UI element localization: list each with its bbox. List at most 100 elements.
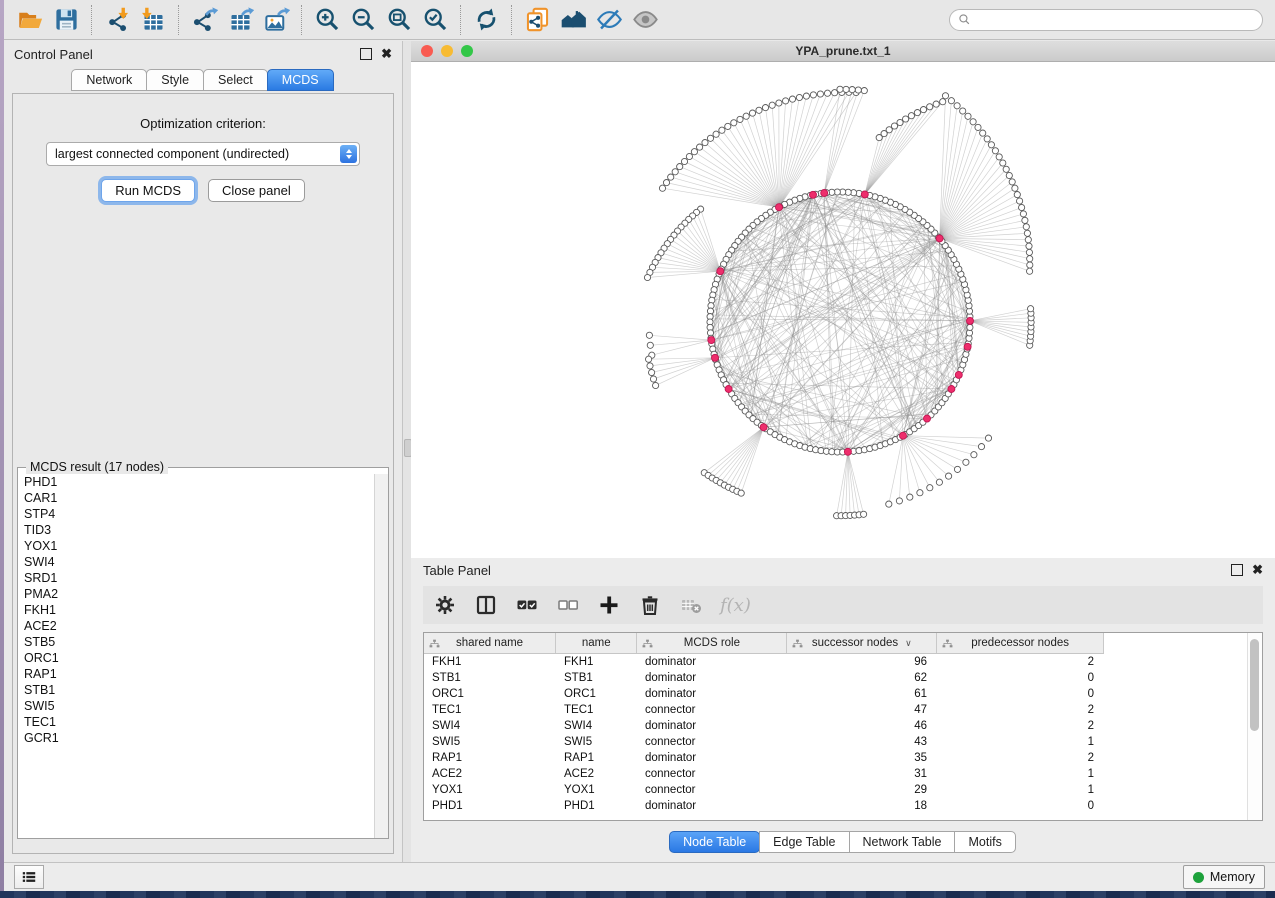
homes-icon: [560, 6, 587, 33]
column-header-name[interactable]: name: [556, 633, 637, 653]
control-panel-title: Control Panel: [14, 47, 93, 62]
zoom-out-button[interactable]: [346, 3, 380, 37]
close-panel-icon[interactable]: ✖: [381, 49, 392, 59]
search-box[interactable]: [949, 9, 1263, 31]
tab-node-table[interactable]: Node Table: [669, 831, 760, 853]
zoom-in-button[interactable]: [310, 3, 344, 37]
mcds-result-item[interactable]: STP4: [18, 506, 375, 522]
table-scrollbar[interactable]: [1247, 633, 1262, 820]
cell-shared-name: ORC1: [424, 688, 556, 700]
export-table-button[interactable]: [223, 3, 257, 37]
close-panel-button[interactable]: Close panel: [208, 179, 305, 202]
mcds-result-item[interactable]: PMA2: [18, 586, 375, 602]
panel-splitter[interactable]: [403, 41, 411, 862]
memory-button[interactable]: Memory: [1183, 865, 1265, 889]
zoom_out-icon: [350, 6, 377, 33]
tab-style[interactable]: Style: [146, 69, 204, 91]
mcds-result-item[interactable]: CAR1: [18, 490, 375, 506]
table-row[interactable]: PHD1PHD1dominator180: [424, 798, 1262, 814]
cell-name: SWI5: [556, 736, 637, 748]
close-table-icon[interactable]: ✖: [1252, 565, 1263, 575]
network-area: YPA_prune.txt_1 Table Panel ✖ f(x) share…: [411, 41, 1275, 862]
mcds-result-item[interactable]: SWI5: [18, 698, 375, 714]
open-session-button[interactable]: [13, 3, 47, 37]
mcds-result-item[interactable]: PHD1: [18, 474, 375, 490]
tab-network[interactable]: Network: [71, 69, 147, 91]
column-header-shared-name[interactable]: shared name: [424, 633, 556, 653]
table-row[interactable]: ORC1ORC1dominator610: [424, 686, 1262, 702]
optimization-criterion-label: Optimization criterion:: [13, 116, 393, 131]
create-column-button[interactable]: [597, 593, 621, 617]
table-row[interactable]: TEC1TEC1connector472: [424, 702, 1262, 718]
table-row[interactable]: RAP1RAP1dominator352: [424, 750, 1262, 766]
network-canvas[interactable]: [411, 62, 1275, 559]
first-neighbors-button[interactable]: [556, 3, 590, 37]
export-network-button[interactable]: [187, 3, 221, 37]
mcds-result-item[interactable]: FKH1: [18, 602, 375, 618]
mcds-result-item[interactable]: ORC1: [18, 650, 375, 666]
mcds-result-item[interactable]: STB1: [18, 682, 375, 698]
export_image-icon: [263, 6, 290, 33]
list-icon: [21, 869, 37, 885]
column-header-MCDS-role[interactable]: MCDS role: [637, 633, 787, 653]
mcds-result-item[interactable]: SWI4: [18, 554, 375, 570]
toolbar-separator: [301, 5, 302, 35]
table-row[interactable]: STB1STB1dominator620: [424, 670, 1262, 686]
column-header-successor-nodes[interactable]: successor nodes∨: [787, 633, 937, 653]
tab-mcds[interactable]: MCDS: [267, 69, 334, 91]
column-header-predecessor-nodes[interactable]: predecessor nodes: [937, 633, 1104, 653]
mcds-result-item[interactable]: TID3: [18, 522, 375, 538]
deselect-all-rows-button[interactable]: [556, 593, 580, 617]
table-scrollbar-thumb[interactable]: [1250, 639, 1259, 731]
delete-column-button[interactable]: [638, 593, 662, 617]
table-row[interactable]: FKH1FKH1dominator962: [424, 654, 1262, 670]
cell-MCDS-role: dominator: [637, 672, 787, 684]
table-row[interactable]: YOX1YOX1connector291: [424, 782, 1262, 798]
mcds-result-list[interactable]: PHD1CAR1STP4TID3YOX1SWI4SRD1PMA2FKH1ACE2…: [18, 474, 375, 838]
toolbar-separator: [460, 5, 461, 35]
select-all-rows-button[interactable]: [515, 593, 539, 617]
table-row[interactable]: ACE2ACE2connector311: [424, 766, 1262, 782]
zoom-selected-button[interactable]: [418, 3, 452, 37]
table-row[interactable]: SWI4SWI4dominator462: [424, 718, 1262, 734]
show-columns-button[interactable]: [474, 593, 498, 617]
mcds-result-item[interactable]: TEC1: [18, 714, 375, 730]
mcds-panel: Optimization criterion: largest connecte…: [12, 93, 394, 854]
float-panel-icon[interactable]: [360, 48, 372, 60]
criterion-select[interactable]: largest connected component (undirected): [46, 142, 360, 166]
hide-selected-button[interactable]: [592, 3, 626, 37]
cell-name: FKH1: [556, 656, 637, 668]
zoom-fit-button[interactable]: [382, 3, 416, 37]
mcds-result-item[interactable]: GCR1: [18, 730, 375, 746]
save-session-button[interactable]: [49, 3, 83, 37]
float-table-icon[interactable]: [1231, 564, 1243, 576]
run-mcds-button[interactable]: Run MCDS: [101, 179, 195, 202]
show-panels-button[interactable]: [14, 865, 44, 889]
mcds-result-item[interactable]: SRD1: [18, 570, 375, 586]
tab-network-table[interactable]: Network Table: [849, 831, 956, 853]
tab-edge-table[interactable]: Edge Table: [759, 831, 849, 853]
import-table-button[interactable]: [136, 3, 170, 37]
mcds-result-item[interactable]: YOX1: [18, 538, 375, 554]
mcds-result-item[interactable]: STB5: [18, 634, 375, 650]
tab-select[interactable]: Select: [203, 69, 268, 91]
mcds-result-item[interactable]: ACE2: [18, 618, 375, 634]
tab-motifs[interactable]: Motifs: [954, 831, 1015, 853]
duplicate-network-button[interactable]: [520, 3, 554, 37]
table-row[interactable]: SWI5SWI5connector431: [424, 734, 1262, 750]
control-panel-header: Control Panel ✖: [4, 41, 402, 67]
show-all-button[interactable]: [628, 3, 662, 37]
table-settings-button[interactable]: [433, 593, 457, 617]
cell-successor-nodes: 18: [787, 800, 937, 812]
import-network-button[interactable]: [100, 3, 134, 37]
search-input[interactable]: [977, 12, 1254, 28]
apply-layout-button[interactable]: [469, 3, 503, 37]
export-image-button[interactable]: [259, 3, 293, 37]
column-label: MCDS role: [684, 637, 740, 649]
mcds-result-scrollbar[interactable]: [374, 474, 388, 838]
cell-name: PHD1: [556, 800, 637, 812]
sort-indicator-icon[interactable]: ∨: [905, 638, 912, 649]
mcds-result-item[interactable]: RAP1: [18, 666, 375, 682]
cell-predecessor-nodes: 0: [937, 672, 1104, 684]
network-window-titlebar[interactable]: YPA_prune.txt_1: [411, 41, 1275, 62]
